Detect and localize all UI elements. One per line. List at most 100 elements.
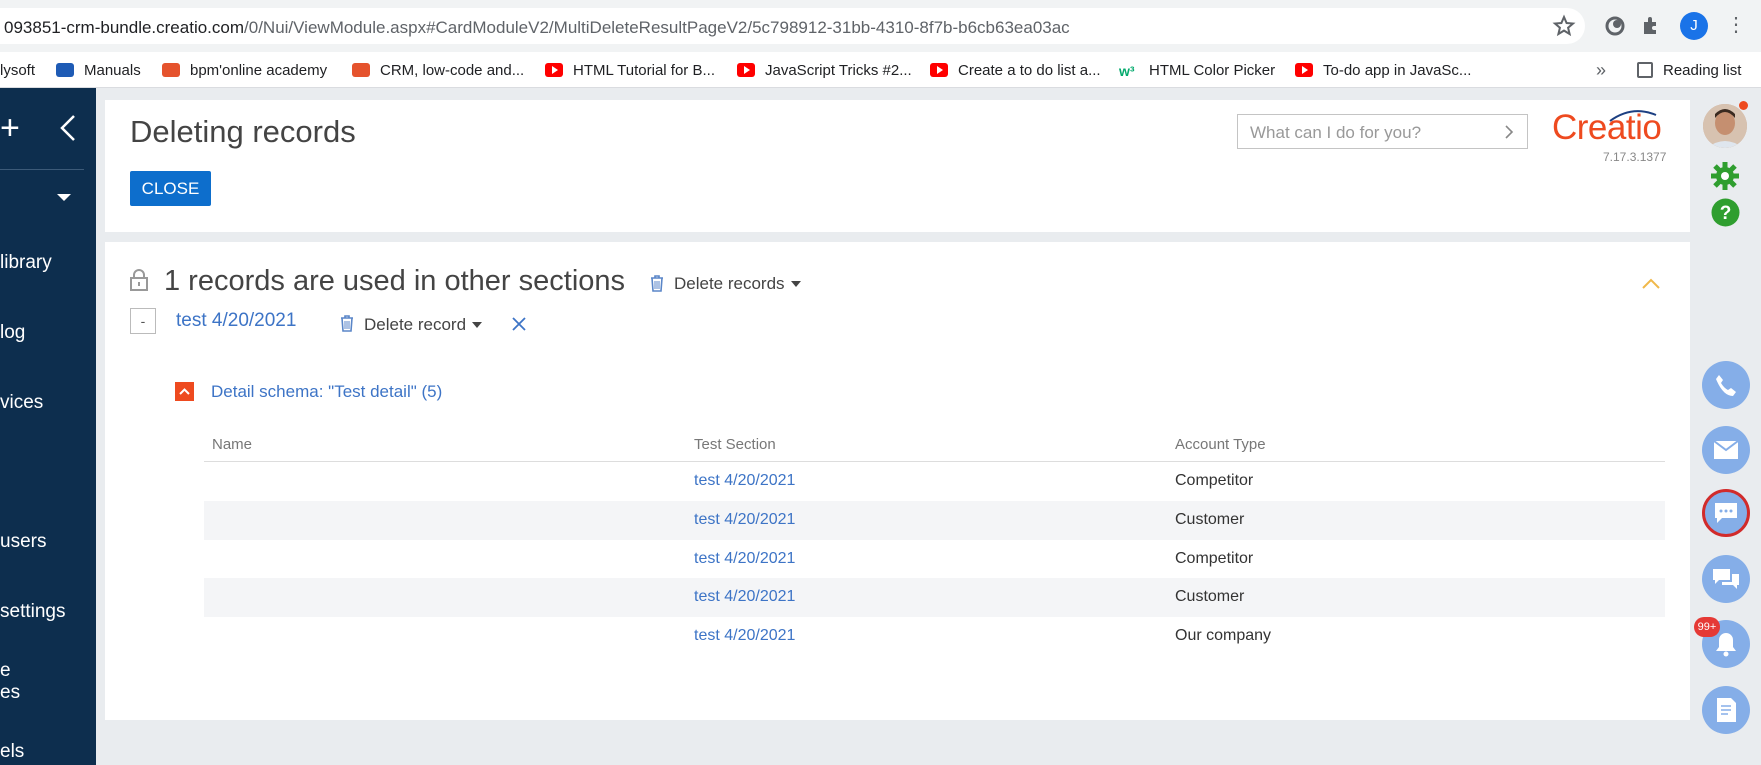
table-row[interactable]: test 4/20/2021 Customer bbox=[204, 500, 1665, 540]
add-icon[interactable]: + bbox=[0, 111, 20, 145]
bell-icon bbox=[1716, 633, 1736, 657]
phone-button[interactable] bbox=[1702, 361, 1750, 409]
settings-gear-icon[interactable] bbox=[1709, 160, 1741, 192]
extensions-puzzle-icon[interactable] bbox=[1640, 14, 1664, 38]
online-status-dot bbox=[1739, 101, 1748, 110]
youtube-favicon-icon bbox=[737, 63, 755, 77]
command-search-input[interactable]: What can I do for you? bbox=[1237, 114, 1528, 149]
bookmark-label: JavaScript Tricks #2... bbox=[765, 61, 912, 79]
browser-toolbar: 093851-crm-bundle.creatio.com/0/Nui/View… bbox=[0, 0, 1761, 52]
processes-button[interactable] bbox=[1702, 686, 1750, 734]
page-title: Deleting records bbox=[130, 114, 356, 149]
column-header-account-type[interactable]: Account Type bbox=[1175, 436, 1266, 453]
column-header-test-section[interactable]: Test Section bbox=[694, 436, 776, 453]
bookmark-item[interactable]: JavaScript Tricks #2... bbox=[737, 58, 912, 82]
url-host: 093851-crm-bundle.creatio.com bbox=[4, 18, 245, 37]
bookmark-star-icon[interactable] bbox=[1552, 14, 1576, 38]
chat-button[interactable] bbox=[1702, 489, 1750, 537]
cell-account-type: Customer bbox=[1175, 588, 1245, 606]
notification-count-badge: 99+ bbox=[1694, 617, 1720, 637]
bookmark-item[interactable]: bpm'online academy bbox=[162, 58, 327, 82]
chat-icon bbox=[1715, 503, 1737, 523]
section-title: 1 records are used in other sections bbox=[164, 265, 626, 297]
bookmark-label: HTML Tutorial for B... bbox=[573, 61, 715, 79]
feed-button[interactable] bbox=[1702, 555, 1750, 603]
reading-list-icon bbox=[1637, 62, 1653, 78]
delete-records-label: Delete records bbox=[674, 274, 785, 293]
nav-item-partial[interactable]: e bbox=[0, 660, 11, 682]
extension-circle-icon[interactable] bbox=[1603, 14, 1627, 38]
table-row[interactable]: test 4/20/2021 Our company bbox=[204, 617, 1665, 656]
cell-test-section-link[interactable]: test 4/20/2021 bbox=[694, 627, 795, 645]
nav-item-partial[interactable]: es bbox=[0, 682, 20, 704]
table-row[interactable]: test 4/20/2021 Competitor bbox=[204, 540, 1665, 579]
profile-avatar[interactable]: J bbox=[1680, 12, 1708, 40]
chevron-up-icon bbox=[179, 388, 190, 395]
email-icon bbox=[1713, 440, 1739, 459]
cell-test-section-link[interactable]: test 4/20/2021 bbox=[694, 588, 795, 606]
trash-icon bbox=[341, 315, 353, 332]
bookmark-item[interactable]: HTML Tutorial for B... bbox=[545, 58, 715, 82]
cell-test-section-link[interactable]: test 4/20/2021 bbox=[694, 472, 795, 490]
user-photo-icon bbox=[1703, 104, 1747, 148]
email-button[interactable] bbox=[1702, 426, 1750, 474]
nav-item-users[interactable]: users bbox=[0, 531, 46, 553]
help-icon[interactable]: ? bbox=[1710, 197, 1741, 228]
trash-icon bbox=[651, 275, 663, 292]
youtube-favicon-icon bbox=[930, 63, 948, 77]
column-header-name[interactable]: Name bbox=[212, 436, 252, 453]
more-bookmarks-button[interactable]: » bbox=[1596, 60, 1606, 81]
svg-text:?: ? bbox=[1720, 203, 1732, 224]
cell-test-section-link[interactable]: test 4/20/2021 bbox=[694, 511, 795, 529]
browser-menu-icon[interactable]: ⋮ bbox=[1726, 14, 1746, 38]
nav-divider bbox=[0, 169, 84, 170]
address-bar[interactable]: 093851-crm-bundle.creatio.com/0/Nui/View… bbox=[0, 8, 1585, 44]
nav-item-library[interactable]: library bbox=[0, 252, 52, 274]
nav-item-log[interactable]: log bbox=[0, 322, 25, 344]
record-link[interactable]: test 4/20/2021 bbox=[176, 310, 296, 332]
close-button[interactable]: CLOSE bbox=[130, 171, 211, 206]
delete-records-dropdown[interactable]: Delete records bbox=[674, 274, 801, 294]
nav-item-services[interactable]: vices bbox=[0, 392, 43, 414]
bookmark-item[interactable]: CRM, low-code and... bbox=[352, 58, 524, 82]
nav-item-settings[interactable]: settings bbox=[0, 601, 65, 623]
bookmark-label: To-do app in JavaSc... bbox=[1323, 61, 1472, 79]
bookmark-item[interactable]: To-do app in JavaSc... bbox=[1295, 58, 1471, 82]
bookmark-label: Manuals bbox=[84, 61, 141, 79]
delete-record-dropdown[interactable]: Delete record bbox=[364, 315, 483, 335]
bookmark-item[interactable]: w³ HTML Color Picker bbox=[1119, 58, 1275, 82]
collapse-record-button[interactable]: - bbox=[130, 308, 156, 334]
detail-title[interactable]: Detail schema: "Test detail" (5) bbox=[211, 382, 442, 402]
url-path: /0/Nui/ViewModule.aspx#CardModuleV2/Mult… bbox=[244, 18, 1070, 37]
bookmark-label: bpm'online academy bbox=[190, 61, 328, 79]
detail-collapse-button[interactable] bbox=[175, 382, 194, 401]
bpm-favicon-icon bbox=[352, 63, 370, 77]
table-row[interactable]: test 4/20/2021 Customer bbox=[204, 578, 1665, 618]
lock-icon bbox=[130, 269, 148, 291]
workplace-dropdown-icon[interactable] bbox=[57, 194, 71, 201]
phone-icon bbox=[1716, 375, 1736, 396]
bookmark-item[interactable]: Manuals bbox=[56, 58, 141, 82]
chevron-right-icon[interactable] bbox=[1503, 124, 1515, 140]
search-placeholder: What can I do for you? bbox=[1250, 123, 1422, 142]
bookmark-label: CRM, low-code and... bbox=[380, 61, 525, 79]
chevron-up-icon[interactable] bbox=[1641, 278, 1661, 290]
bookmark-label: HTML Color Picker bbox=[1149, 61, 1276, 79]
youtube-favicon-icon bbox=[1295, 63, 1313, 77]
nav-item-partial[interactable]: els bbox=[0, 741, 24, 763]
cell-account-type: Competitor bbox=[1175, 549, 1254, 567]
user-avatar[interactable] bbox=[1703, 104, 1747, 148]
bookmark-item[interactable]: lysoft bbox=[0, 58, 35, 82]
close-icon[interactable] bbox=[511, 316, 527, 332]
bookmark-item[interactable]: Create a to do list a... bbox=[930, 58, 1101, 82]
reading-list-button[interactable]: Reading list bbox=[1637, 58, 1741, 82]
cell-test-section-link[interactable]: test 4/20/2021 bbox=[694, 550, 795, 568]
grid-header: Name Test Section Account Type bbox=[204, 428, 1665, 462]
table-row[interactable]: test 4/20/2021 Competitor bbox=[204, 462, 1665, 501]
reading-list-label: Reading list bbox=[1663, 61, 1742, 79]
cell-account-type: Our company bbox=[1175, 627, 1272, 645]
bpm-favicon-icon bbox=[162, 63, 180, 77]
collapse-left-icon[interactable] bbox=[58, 114, 78, 142]
manuals-favicon-icon bbox=[56, 63, 74, 77]
bookmark-label: Create a to do list a... bbox=[958, 61, 1101, 79]
